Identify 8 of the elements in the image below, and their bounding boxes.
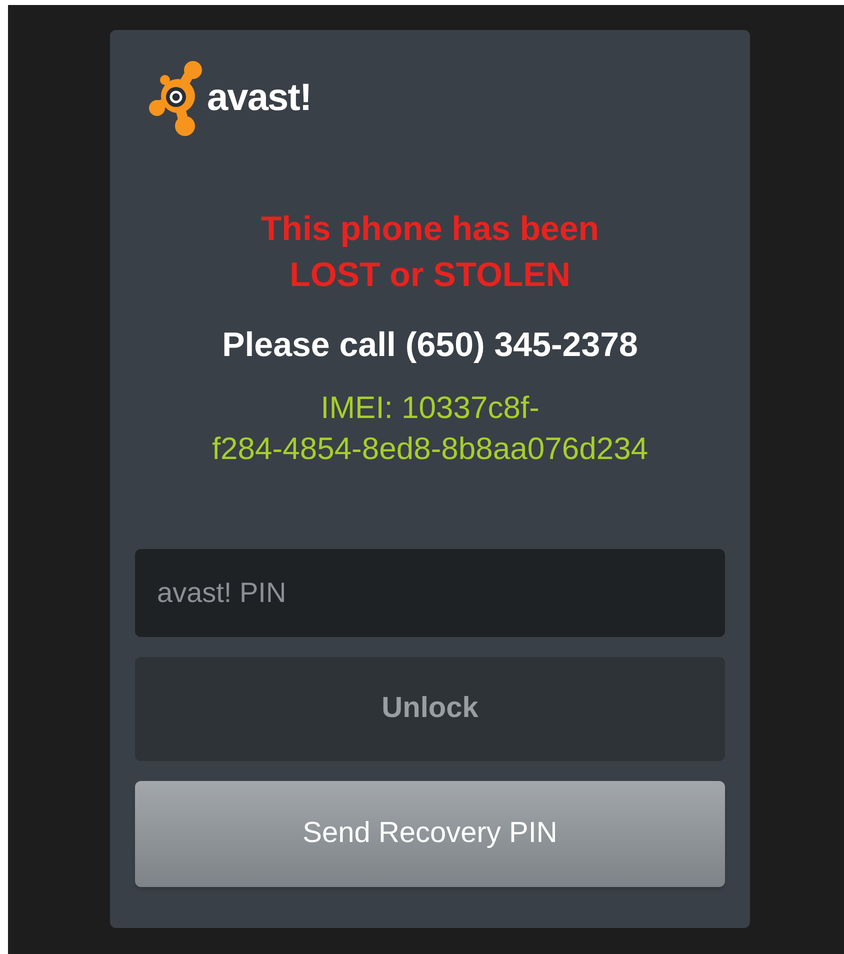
alert-text: LOST or STOLEN — [290, 255, 570, 296]
imei-text: IMEI: 10337c8f- — [320, 389, 540, 427]
pin-field[interactable]: avast! PIN — [135, 549, 725, 637]
alert-text: This phone has been — [260, 209, 600, 250]
imei-text: f284-4854-8ed8-8b8aa076d234 — [212, 430, 648, 468]
contact-text: Please call (650) 345-2378 — [222, 325, 638, 366]
logo-text: avast! — [207, 76, 312, 120]
send-recovery-pin-button[interactable]: Send Recovery PIN — [135, 781, 725, 887]
